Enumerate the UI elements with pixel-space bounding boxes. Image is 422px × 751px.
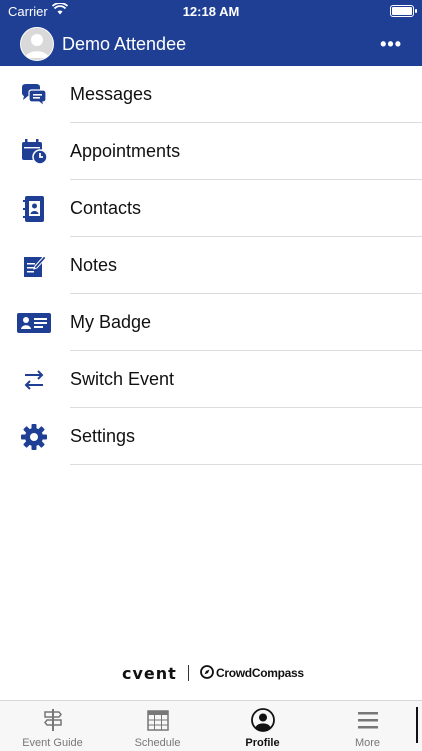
more-options-button[interactable]: ••• — [380, 34, 402, 55]
cvent-logo: cvent — [122, 664, 177, 683]
brand-footer: cvent CrowdCompass — [0, 664, 422, 684]
tab-schedule[interactable]: Schedule — [105, 701, 210, 751]
user-name: Demo Attendee — [62, 34, 187, 54]
tab-label: Profile — [245, 737, 280, 749]
menu-item-label: Settings — [70, 426, 136, 446]
menu-item-label: Messages — [70, 84, 153, 104]
switch-arrows-icon — [16, 365, 52, 395]
menu-item-label: Contacts — [70, 198, 142, 218]
crowdcompass-logo-icon — [200, 665, 214, 684]
badge-icon — [16, 308, 52, 338]
tab-label: Event Guide — [22, 737, 83, 749]
profile-icon — [250, 708, 276, 732]
menu-item-messages[interactable]: Messages — [0, 66, 422, 123]
avatar[interactable] — [20, 27, 54, 61]
menu-item-switch-event[interactable]: Switch Event — [0, 351, 422, 408]
menu-icon — [355, 708, 381, 732]
menu-item-settings[interactable]: Settings — [0, 408, 422, 465]
crowdcompass-logo: CrowdCompass — [216, 666, 304, 680]
signpost-icon — [40, 708, 66, 732]
menu-item-label: Switch Event — [70, 369, 175, 389]
chat-icon — [16, 80, 52, 110]
calendar-grid-icon — [145, 708, 171, 732]
user-silhouette-icon — [25, 34, 49, 58]
menu-item-appointments[interactable]: Appointments — [0, 123, 422, 180]
menu-item-my-badge[interactable]: My Badge — [0, 294, 422, 351]
tab-event-guide[interactable]: Event Guide — [0, 701, 105, 751]
note-edit-icon — [16, 251, 52, 281]
clock: 12:18 AM — [182, 4, 240, 19]
calendar-clock-icon — [16, 137, 52, 167]
battery-icon — [390, 5, 417, 17]
tab-more[interactable]: More — [315, 701, 420, 751]
menu-item-label: Appointments — [70, 141, 181, 161]
tab-label: Schedule — [134, 737, 181, 749]
brand-divider — [188, 665, 189, 681]
tab-label: More — [354, 737, 381, 749]
profile-header: Demo Attendee ••• — [0, 22, 422, 66]
divider — [70, 464, 422, 465]
profile-menu: Messages Appointments Contacts Notes My … — [0, 66, 422, 465]
menu-item-contacts[interactable]: Contacts — [0, 180, 422, 237]
tab-profile[interactable]: Profile — [210, 701, 315, 751]
contact-book-icon — [16, 194, 52, 224]
status-bar: Carrier 12:18 AM — [0, 0, 422, 22]
gear-icon — [16, 422, 52, 452]
scroll-indicator — [416, 707, 418, 743]
menu-item-label: Notes — [70, 255, 118, 275]
menu-item-label: My Badge — [70, 312, 152, 332]
tab-bar: Event Guide Schedule Profile More — [0, 700, 422, 751]
menu-item-notes[interactable]: Notes — [0, 237, 422, 294]
